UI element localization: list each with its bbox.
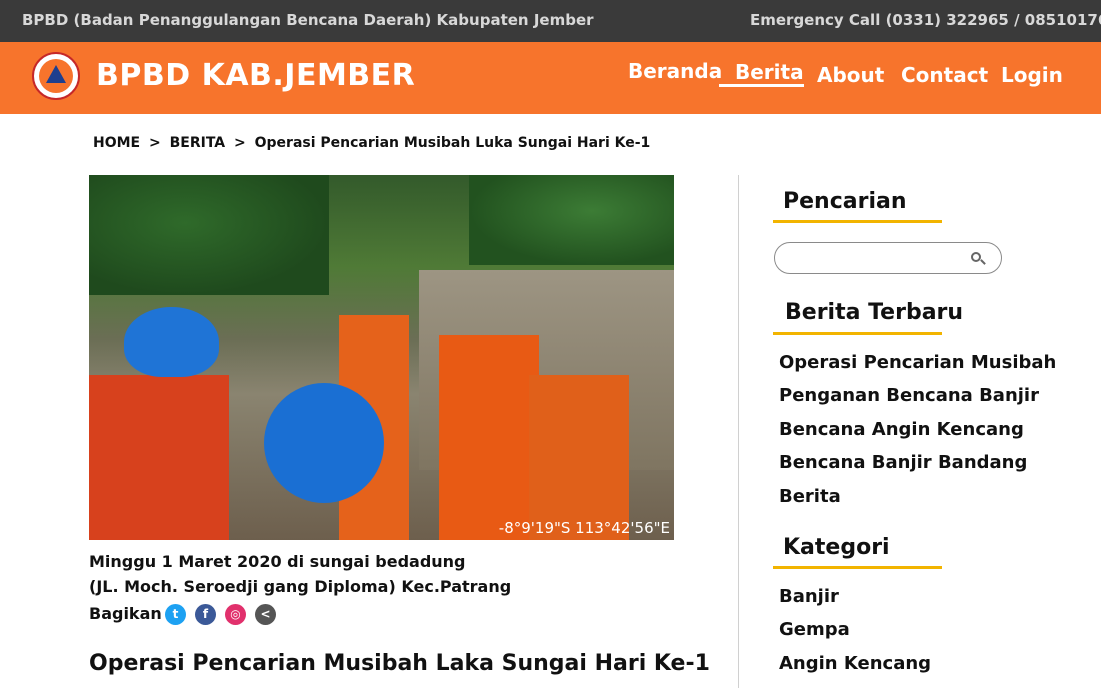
latest-news-link[interactable]: Bencana Banjir Bandang [779, 452, 1027, 473]
caption-line: Minggu 1 Maret 2020 di sungai bedadung [89, 552, 466, 571]
article-title: Operasi Pencarian Musibah Laka Sungai Ha… [89, 651, 710, 676]
breadcrumb-berita[interactable]: BERITA [170, 135, 226, 151]
breadcrumb-separator: > [149, 135, 161, 151]
heading-underline [773, 332, 942, 335]
logo-triangle [46, 65, 66, 83]
photo-rescuer [529, 375, 629, 540]
photo-gps-coordinates: -8°9'19"S 113°42'56"E [498, 519, 670, 537]
nav-about[interactable]: About [817, 63, 884, 87]
photo-rescuer [439, 335, 539, 540]
breadcrumb-current: Operasi Pencarian Musibah Luka Sungai Ha… [254, 135, 651, 151]
caption-line: (JL. Moch. Seroedji gang Diploma) Kec.Pa… [89, 577, 512, 596]
latest-news-link[interactable]: Operasi Pencarian Musibah [779, 352, 1056, 373]
latest-news-link[interactable]: Berita [779, 486, 841, 507]
photo-trees [469, 175, 674, 265]
column-divider [738, 175, 739, 688]
org-name: BPBD (Badan Penanggulangan Bencana Daera… [22, 11, 594, 29]
nav-beranda[interactable]: Beranda [628, 59, 722, 83]
photo-helmet [264, 383, 384, 503]
emergency-call: Emergency Call (0331) 322965 / 085101767… [750, 11, 1101, 29]
photo-helmet [124, 307, 219, 377]
facebook-icon[interactable]: f [195, 604, 216, 625]
category-link[interactable]: Gempa [779, 619, 850, 640]
breadcrumb-separator: > [234, 135, 246, 151]
main-navbar: BPBD KAB.JEMBER Beranda Berita About Con… [0, 42, 1101, 114]
heading-underline [773, 220, 942, 223]
site-brand[interactable]: BPBD KAB.JEMBER [96, 58, 415, 93]
bpbd-logo-icon[interactable] [32, 52, 80, 100]
category-link[interactable]: Angin Kencang [779, 653, 931, 674]
breadcrumb: HOME > BERITA > Operasi Pencarian Musiba… [93, 135, 654, 151]
nav-login[interactable]: Login [1001, 63, 1063, 87]
twitter-icon[interactable]: t [165, 604, 186, 625]
top-info-bar: BPBD (Badan Penanggulangan Bencana Daera… [0, 0, 1101, 42]
latest-news-link[interactable]: Penganan Bencana Banjir [779, 385, 1039, 406]
nav-berita[interactable]: Berita [735, 60, 804, 84]
latest-news-link[interactable]: Bencana Angin Kencang [779, 419, 1024, 440]
search-input[interactable] [785, 248, 969, 270]
photo-rescuer [89, 375, 229, 540]
category-heading: Kategori [783, 535, 890, 560]
latest-news-heading: Berita Terbaru [785, 300, 964, 325]
breadcrumb-home[interactable]: HOME [93, 135, 140, 151]
search-icon-handle [980, 259, 986, 265]
heading-underline [773, 566, 942, 569]
photo-caption: Minggu 1 Maret 2020 di sungai bedadung (… [89, 549, 511, 599]
share-label: Bagikan [89, 604, 162, 623]
article-photo: -8°9'19"S 113°42'56"E [89, 175, 674, 540]
instagram-icon[interactable]: ◎ [225, 604, 246, 625]
search-heading: Pencarian [783, 189, 907, 214]
nav-contact[interactable]: Contact [901, 63, 988, 87]
active-nav-underline [719, 84, 804, 87]
share-icon[interactable]: < [255, 604, 276, 625]
category-link[interactable]: Banjir [779, 586, 839, 607]
photo-trees [89, 175, 329, 295]
search-box [774, 242, 1002, 274]
